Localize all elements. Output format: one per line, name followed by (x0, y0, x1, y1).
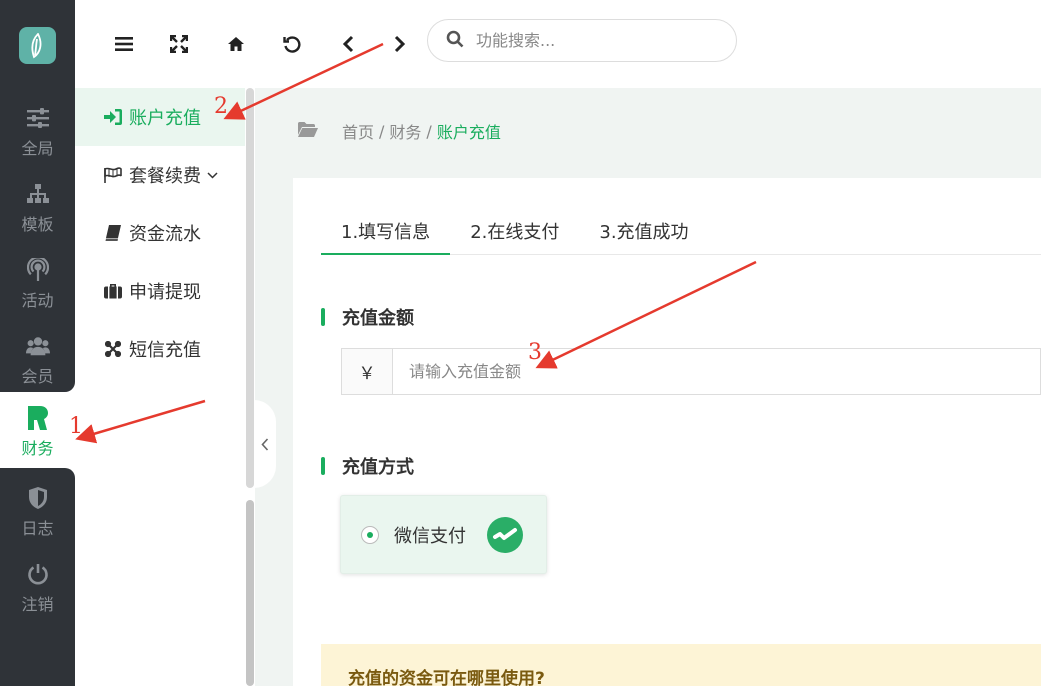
submenu-label: 账户充值 (129, 108, 201, 129)
amount-input[interactable] (393, 349, 1040, 394)
search-icon (446, 30, 464, 52)
wechat-pay-icon (486, 516, 524, 554)
submenu-label: 资金流水 (129, 224, 201, 245)
refresh-icon[interactable] (278, 30, 306, 58)
rail-label: 注销 (21, 594, 54, 614)
home-icon[interactable] (222, 30, 250, 58)
payment-option-wechat[interactable]: 微信支付 (340, 495, 547, 574)
menu-icon[interactable] (110, 30, 138, 58)
rail-item-members[interactable]: 会员 (0, 322, 75, 398)
tab-fill-info[interactable]: 1.填写信息 (321, 215, 451, 255)
rail-item-template[interactable]: 模板 (0, 170, 75, 246)
shield-icon (26, 486, 50, 510)
breadcrumb-finance[interactable]: 财务 (389, 119, 421, 143)
usage-notice: 充值的资金可在哪里使用? (321, 644, 1041, 686)
amount-input-group: ￥ (341, 348, 1041, 395)
submenu-item-withdraw[interactable]: 申请提现 (75, 262, 245, 320)
collapse-sidebar-button[interactable] (254, 400, 276, 488)
chevron-left-icon (261, 437, 269, 451)
annotation-number-2: 2 (214, 94, 228, 119)
rail-item-global[interactable]: 全局 (0, 94, 75, 170)
rail-label: 会员 (21, 366, 54, 386)
payment-radio[interactable] (361, 525, 379, 544)
breadcrumb: 首页 / 财务 / 账户充值 (298, 119, 501, 143)
sliders-icon (26, 106, 50, 130)
section-title-text: 充值金额 (342, 308, 414, 329)
rail-label: 财务 (21, 438, 54, 458)
section-title-text: 充值方式 (342, 457, 414, 478)
breadcrumb-current: 账户充值 (436, 123, 501, 142)
annotation-number-3: 3 (528, 340, 542, 365)
breadcrumb-separator: / (426, 121, 432, 141)
briefcase-icon (103, 281, 123, 301)
search-box[interactable] (427, 19, 737, 62)
search-input[interactable] (476, 31, 716, 50)
rail-label: 模板 (21, 214, 54, 234)
fullscreen-icon[interactable] (165, 30, 193, 58)
tab-online-payment[interactable]: 2.在线支付 (450, 215, 579, 255)
forward-icon[interactable] (386, 30, 414, 58)
payment-option-label: 微信支付 (394, 525, 466, 547)
sign-in-icon (103, 107, 123, 127)
tab-recharge-success[interactable]: 3.充值成功 (579, 215, 708, 255)
recharge-card: 1.填写信息 2.在线支付 3.充值成功 充值金额 ￥ 充值方式 微信支付 充值… (293, 178, 1041, 686)
main-nav-rail: 全局 模板 活动 会员 财务 日志 注销 (0, 0, 75, 686)
back-icon[interactable] (334, 30, 362, 58)
submenu-item-sms[interactable]: 短信充值 (75, 320, 245, 378)
app-logo[interactable] (19, 27, 56, 64)
rail-label: 活动 (21, 290, 54, 310)
finance-icon (26, 405, 50, 430)
rail-item-logs[interactable]: 日志 (0, 474, 75, 550)
breadcrumb-home[interactable]: 首页 (342, 119, 374, 143)
submenu-label: 套餐续费 (129, 166, 201, 187)
rail-label: 全局 (21, 138, 54, 158)
top-toolbar (75, 0, 1041, 88)
submenu-item-package[interactable]: 套餐续费 (75, 146, 245, 204)
submenu-scrollbar-thumb[interactable] (246, 88, 254, 488)
notice-title: 充值的资金可在哪里使用? (348, 669, 545, 686)
submenu-label: 申请提现 (129, 282, 201, 303)
finance-submenu: 账户充值 套餐续费 资金流水 申请提现 短信充值 (75, 88, 245, 686)
flag-icon (103, 165, 123, 185)
rail-item-logout[interactable]: 注销 (0, 550, 75, 626)
step-tabs: 1.填写信息 2.在线支付 3.充值成功 (321, 215, 1041, 255)
users-icon (25, 334, 50, 358)
folder-open-icon (298, 121, 318, 141)
power-icon (26, 562, 50, 586)
rail-item-finance[interactable]: 财务 (0, 394, 75, 470)
broadcast-icon (26, 257, 50, 282)
rail-item-activity[interactable]: 活动 (0, 246, 75, 322)
joomla-icon (103, 339, 123, 359)
chevron-down-icon (207, 168, 218, 182)
amount-section-title: 充值金额 (321, 304, 414, 330)
rail-label: 日志 (21, 518, 54, 538)
book-icon (103, 223, 123, 243)
currency-prefix: ￥ (342, 349, 393, 394)
payment-section-title: 充值方式 (321, 453, 414, 479)
submenu-item-cashflow[interactable]: 资金流水 (75, 204, 245, 262)
annotation-number-1: 1 (69, 414, 83, 439)
breadcrumb-separator: / (379, 121, 385, 141)
submenu-scrollbar-thumb-lower[interactable] (246, 500, 254, 686)
submenu-label: 短信充值 (129, 340, 201, 361)
sitemap-icon (26, 182, 50, 206)
